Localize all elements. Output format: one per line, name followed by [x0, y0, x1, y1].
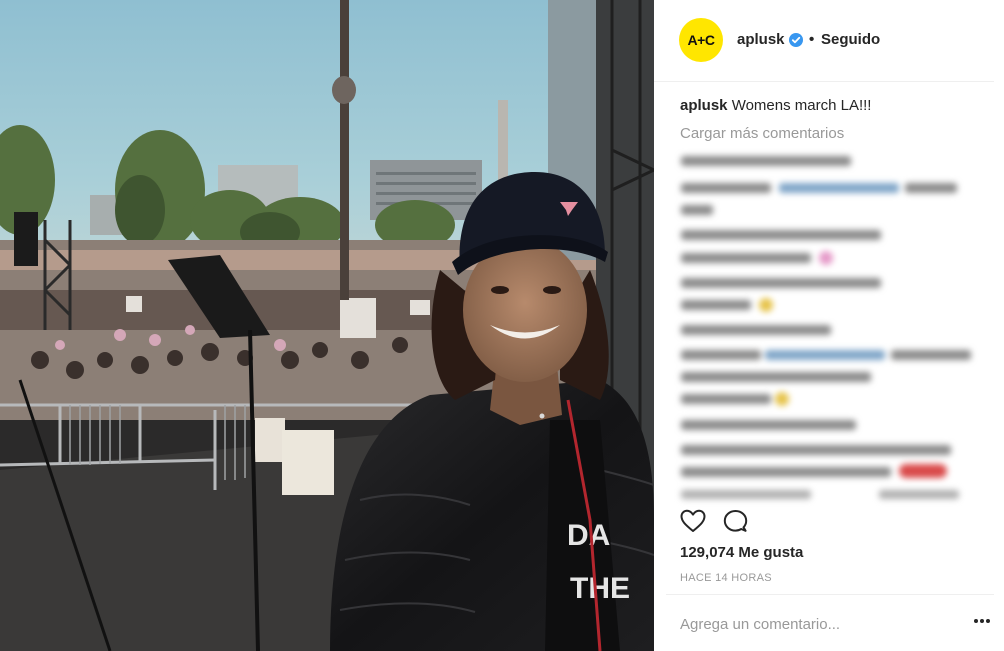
caption-text: Womens march LA!!! — [731, 97, 872, 114]
following-button[interactable]: Seguido — [821, 31, 880, 48]
blurred-comments-graphic — [681, 156, 971, 499]
post-timestamp[interactable]: HACE 14 HORAS — [680, 572, 772, 584]
post-header: A+C aplusk • Seguido — [654, 0, 994, 82]
svg-text:THE: THE — [570, 572, 630, 605]
caption-username-link[interactable]: aplusk — [680, 97, 728, 114]
comment-bubble-icon[interactable] — [723, 509, 748, 533]
avatar[interactable]: A+C — [679, 18, 723, 62]
post-photo[interactable]: DA THE — [0, 0, 654, 651]
photo-scene: DA THE — [0, 0, 654, 651]
username-link[interactable]: aplusk — [737, 31, 785, 48]
more-options-icon[interactable] — [973, 617, 991, 625]
post-caption: aplusk Womens march LA!!! — [680, 97, 980, 114]
svg-text:DA: DA — [567, 519, 610, 552]
blurred-comments-area — [669, 150, 989, 512]
heart-outline-icon[interactable] — [680, 509, 706, 533]
post-actions — [680, 508, 980, 538]
header-separator: • — [809, 31, 815, 48]
load-more-comments-link[interactable]: Cargar más comentarios — [680, 125, 844, 142]
comment-input[interactable] — [680, 613, 950, 635]
verified-badge-icon — [789, 33, 803, 47]
post-side-panel: A+C aplusk • Seguido aplusk Womens march… — [654, 0, 1004, 651]
avatar-logo-text: A+C — [687, 32, 715, 48]
likes-count[interactable]: 129,074 Me gusta — [680, 544, 803, 561]
add-comment-section — [666, 594, 994, 651]
